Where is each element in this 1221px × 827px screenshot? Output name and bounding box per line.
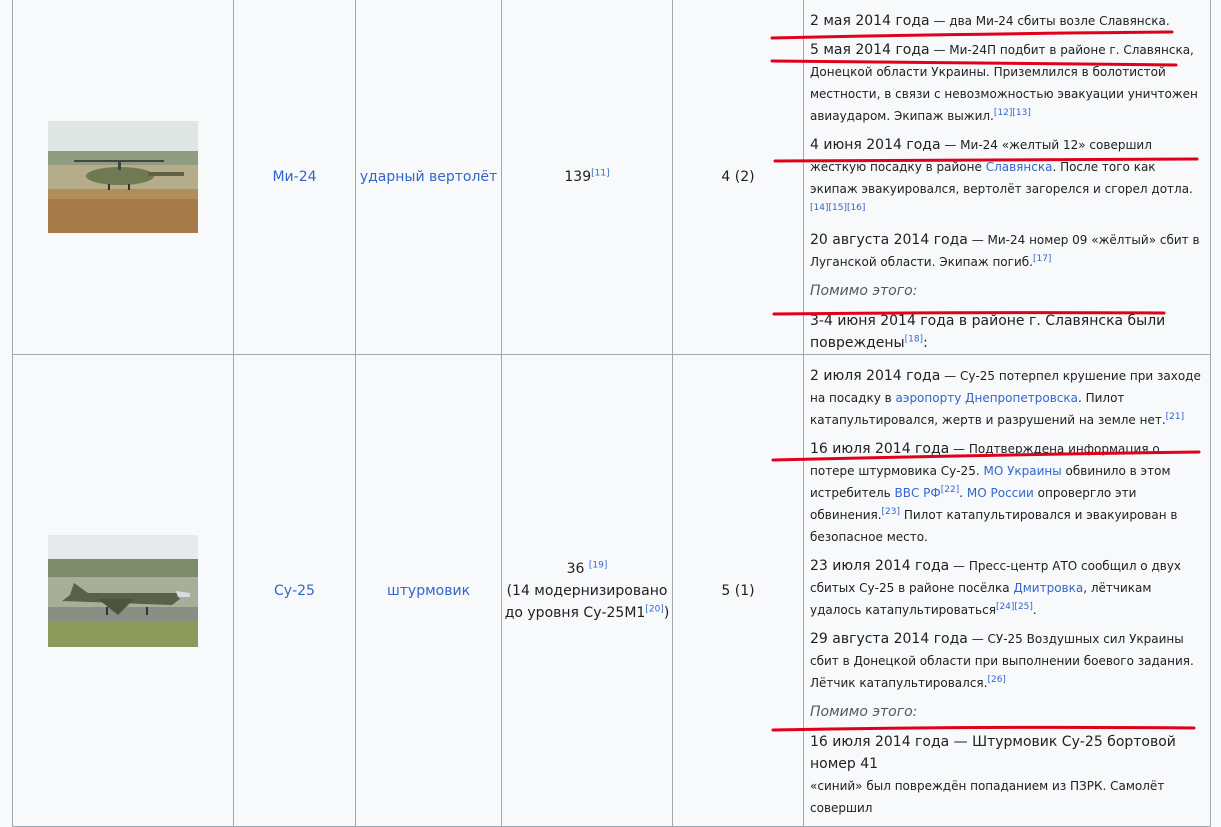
events-cell: 2 мая 2014 года — два Ми-24 сбиты возле … bbox=[803, 0, 1211, 355]
su25-photo[interactable] bbox=[48, 534, 198, 647]
aircraft-role-link[interactable]: ударный вертолёт bbox=[360, 169, 497, 185]
count-value: 36 bbox=[566, 560, 589, 577]
losses-cell: 5 (1) bbox=[672, 354, 804, 827]
event-date: 2 июля 2014 года bbox=[810, 368, 941, 384]
photo-cell bbox=[12, 354, 234, 827]
also-text-body: 3-4 июня 2014 года в районе г. Славянска… bbox=[810, 313, 1166, 351]
count-note-tail: ) bbox=[663, 604, 670, 621]
also-ref[interactable]: [18] bbox=[905, 334, 923, 344]
event-date: 20 августа 2014 года bbox=[810, 232, 968, 248]
aircraft-name-link[interactable]: Су-25 bbox=[274, 583, 315, 599]
also-tail: : bbox=[923, 335, 928, 351]
table-row: Ми-24 ударный вертолёт 139[11] 4 (2) 2 м… bbox=[12, 0, 1211, 355]
aircraft-name-link[interactable]: Ми-24 bbox=[272, 169, 316, 185]
aircraft-role-cell[interactable]: ударный вертолёт bbox=[355, 0, 502, 355]
event-link[interactable]: МО Украины bbox=[983, 464, 1061, 478]
aircraft-name-cell[interactable]: Ми-24 bbox=[233, 0, 356, 355]
event-item: 23 июля 2014 года — Пресс-центр АТО сооб… bbox=[810, 555, 1204, 621]
table-row: Су-25 штурмовик 36 [19] (14 модернизиров… bbox=[12, 354, 1211, 827]
losses-cell: 4 (2) bbox=[672, 0, 804, 355]
event-link[interactable]: Славянска bbox=[986, 160, 1053, 174]
event-date: 5 мая 2014 года bbox=[810, 42, 930, 58]
event-item: 29 августа 2014 года — СУ-25 Воздушных с… bbox=[810, 628, 1204, 694]
event-date: 29 августа 2014 года bbox=[810, 631, 968, 647]
events-cell: 2 июля 2014 года — Су-25 потерпел крушен… bbox=[803, 354, 1211, 827]
event-refs[interactable]: [12][13] bbox=[994, 108, 1031, 118]
event-item: 2 июля 2014 года — Су-25 потерпел крушен… bbox=[810, 365, 1204, 431]
event-link[interactable]: аэропорту Днепропетровска bbox=[896, 391, 1078, 405]
event-item: 16 июля 2014 года — Подтверждена информа… bbox=[810, 438, 1204, 548]
event-text: . bbox=[959, 486, 967, 500]
count-value: 139 bbox=[564, 169, 592, 185]
aircraft-role-link[interactable]: штурмовик bbox=[387, 583, 470, 599]
count-cell: 139[11] bbox=[501, 0, 673, 355]
event-date: 2 мая 2014 года bbox=[810, 13, 930, 29]
also-heading: Помимо этого: bbox=[810, 283, 918, 299]
event-link[interactable]: Дмитровка bbox=[1013, 581, 1083, 595]
event-refs[interactable]: [17] bbox=[1033, 254, 1051, 264]
count-ref[interactable]: [11] bbox=[591, 168, 609, 178]
event-refs[interactable]: [24][25] bbox=[996, 602, 1033, 612]
aircraft-name-cell[interactable]: Су-25 bbox=[233, 354, 356, 827]
event-link[interactable]: МО России bbox=[967, 486, 1034, 500]
losses-value: 5 (1) bbox=[721, 582, 755, 599]
event-item: 20 августа 2014 года — Ми-24 номер 09 «ж… bbox=[810, 229, 1204, 273]
event-refs[interactable]: [22] bbox=[941, 485, 959, 495]
event-date: 4 июня 2014 года bbox=[810, 137, 941, 153]
event-date: 23 июля 2014 года bbox=[810, 558, 950, 574]
also-heading: Помимо этого: bbox=[810, 704, 918, 720]
also-text: 3-4 июня 2014 года в районе г. Славянска… bbox=[810, 310, 1204, 354]
count-note: (14 модернизировано до уровня Су-25М1 bbox=[504, 582, 668, 621]
event-item: 4 июня 2014 года — Ми-24 «желтый 12» сов… bbox=[810, 134, 1204, 222]
event-refs[interactable]: [23] bbox=[882, 507, 900, 517]
event-refs[interactable]: [21] bbox=[1166, 412, 1184, 422]
event-link[interactable]: ВВС РФ bbox=[895, 486, 941, 500]
losses-value: 4 (2) bbox=[721, 169, 755, 185]
event-item: 5 мая 2014 года — Ми-24П подбит в районе… bbox=[810, 39, 1204, 127]
event-refs[interactable]: [26] bbox=[987, 675, 1005, 685]
also-tail-line: «синий» был повреждён попаданием из ПЗРК… bbox=[810, 779, 1165, 815]
count-note-ref[interactable]: [20] bbox=[645, 604, 663, 614]
count-ref[interactable]: [19] bbox=[589, 560, 607, 570]
aircraft-losses-table: Ми-24 ударный вертолёт 139[11] 4 (2) 2 м… bbox=[12, 0, 1211, 827]
aircraft-role-cell[interactable]: штурмовик bbox=[355, 354, 502, 827]
event-refs[interactable]: [14][15][16] bbox=[810, 203, 865, 213]
event-text: — два Ми-24 сбиты возле Славянска. bbox=[929, 14, 1170, 28]
event-text: . bbox=[1032, 603, 1037, 617]
count-cell: 36 [19] (14 модернизировано до уровня Су… bbox=[501, 354, 673, 827]
also-text: 16 июля 2014 года — Штурмовик Су-25 борт… bbox=[810, 734, 1176, 772]
event-item: 2 мая 2014 года — два Ми-24 сбиты возле … bbox=[810, 10, 1204, 32]
photo-cell bbox=[12, 0, 234, 355]
event-date: 16 июля 2014 года bbox=[810, 441, 950, 457]
mi24-photo[interactable] bbox=[48, 121, 198, 233]
